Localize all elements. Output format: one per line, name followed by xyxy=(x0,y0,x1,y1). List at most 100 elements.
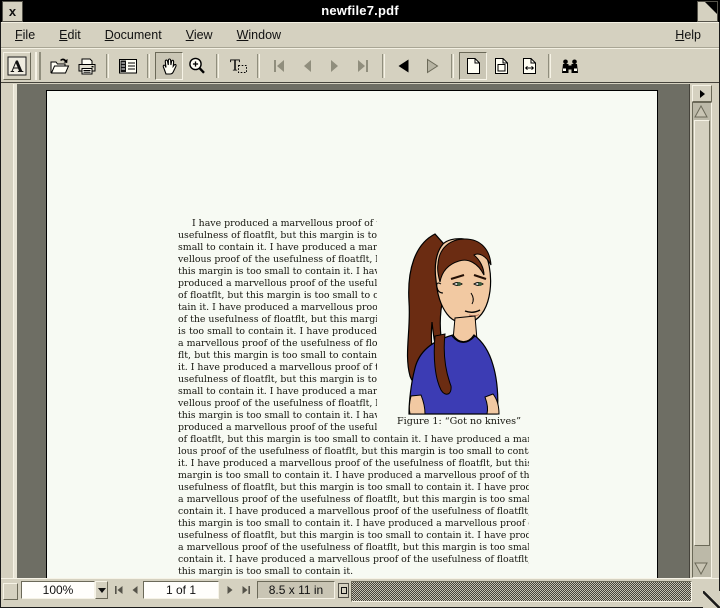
hand-tool-icon xyxy=(162,57,177,75)
figure-caption: Figure 1: “Got no knives” xyxy=(397,416,521,427)
fit-page-button[interactable] xyxy=(487,52,515,80)
text-line: a marvellous proof of the usefulness of … xyxy=(178,494,529,505)
horizontal-scrollbar[interactable] xyxy=(351,581,692,602)
menu-edit[interactable]: Edit xyxy=(59,28,81,42)
page-text: I have produced a marvellous proof of th… xyxy=(178,218,529,578)
status-previous-page-icon xyxy=(132,586,138,594)
zoom-level-field[interactable]: 100% xyxy=(21,581,95,599)
statusbar-splitter-handle[interactable] xyxy=(3,583,18,600)
print-icon xyxy=(78,58,96,74)
last-page-icon xyxy=(358,59,368,72)
text-line: usefulness of floatflt, but this margin … xyxy=(178,230,377,241)
menu-help[interactable]: Help xyxy=(675,28,701,42)
find-icon xyxy=(562,59,578,73)
pane-splitter-button[interactable] xyxy=(692,85,712,102)
scroll-up-button[interactable] xyxy=(694,105,708,118)
vertical-scrollbar[interactable] xyxy=(689,84,712,578)
text-line: vellous proof of the usefulness of float… xyxy=(178,254,377,265)
fit-page-icon xyxy=(495,57,508,74)
text-line: contain it. I have produced a marvellous… xyxy=(178,554,529,565)
next-page-button[interactable] xyxy=(321,52,349,80)
status-last-page-button[interactable] xyxy=(239,582,253,598)
vertical-scrollbar-trough[interactable] xyxy=(692,102,712,578)
hand-tool-button[interactable] xyxy=(155,51,183,80)
last-page-button[interactable] xyxy=(349,52,377,80)
text-line: I have produced a marvellous proof of th… xyxy=(192,218,377,229)
go-forward-icon xyxy=(427,58,439,73)
zoom-tool-icon xyxy=(189,57,205,74)
figure-float: Figure 1: “Got no knives” xyxy=(377,218,529,434)
print-button[interactable] xyxy=(73,52,101,80)
page-size-icon[interactable] xyxy=(338,583,349,598)
text-line: is too small to contain it. I have produ… xyxy=(178,326,377,337)
text-line: margin is too small to contain it. I hav… xyxy=(178,470,529,481)
next-page-icon xyxy=(331,59,338,72)
text-line: this margin is too small to contain it. … xyxy=(178,518,529,529)
text-line: produced a marvellous proof of the usefu… xyxy=(178,278,377,289)
previous-page-icon xyxy=(304,59,311,72)
window-resize-grip[interactable] xyxy=(703,591,720,608)
go-forward-button[interactable] xyxy=(418,52,446,80)
status-first-page-button[interactable] xyxy=(112,582,126,598)
menu-view[interactable]: View xyxy=(186,28,213,42)
text-line: contain it. I have produced a marvellous… xyxy=(178,506,529,517)
fit-width-button[interactable] xyxy=(515,52,543,80)
menu-window[interactable]: Window xyxy=(237,28,281,42)
document-canvas[interactable]: I have produced a marvellous proof of th… xyxy=(17,84,689,578)
text-line: produced a marvellous proof of the usefu… xyxy=(178,422,377,433)
first-page-button[interactable] xyxy=(265,52,293,80)
page-indicator-field[interactable]: 1 of 1 xyxy=(143,581,219,599)
text-select-tool-button[interactable]: T xyxy=(224,52,252,80)
text-line: a marvellous proof of the usefulness of … xyxy=(178,542,529,553)
open-button[interactable] xyxy=(45,52,73,80)
zoom-dropdown-button[interactable] xyxy=(95,581,108,599)
go-back-icon xyxy=(398,59,409,72)
pdf-page[interactable]: I have produced a marvellous proof of th… xyxy=(46,90,658,578)
scroll-down-button[interactable] xyxy=(694,562,708,575)
previous-page-button[interactable] xyxy=(293,52,321,80)
page-size-indicator: 8.5 x 11 in xyxy=(257,581,335,599)
text-line: usefulness of floatflt, but this margin … xyxy=(178,530,529,541)
scroll-down-icon xyxy=(694,562,708,575)
toolbar-separator xyxy=(106,53,109,78)
window-fold-button[interactable] xyxy=(697,1,718,22)
scroll-up-icon xyxy=(694,105,708,118)
acrobat-logo-button[interactable]: A xyxy=(3,51,31,80)
text-line: lous proof of the usefulness of floatflt… xyxy=(178,446,529,457)
toolbar-separator xyxy=(548,53,551,78)
status-next-page-button[interactable] xyxy=(223,582,237,598)
navigation-pane-icon xyxy=(119,58,137,73)
text-line: a marvellous proof of the usefulness of … xyxy=(178,338,377,349)
text-line: it. I have produced a marvellous proof o… xyxy=(178,362,377,373)
go-back-button[interactable] xyxy=(390,52,418,80)
window-title: newfile7.pdf xyxy=(321,3,399,18)
text-line: of floatflt, but this margin is too smal… xyxy=(178,434,529,445)
text-line: usefulness of floatflt, but this margin … xyxy=(178,374,377,385)
text-line: of the usefulness of floatflt, but this … xyxy=(178,314,377,325)
menu-document[interactable]: Document xyxy=(105,28,162,42)
vertical-scrollbar-thumb[interactable] xyxy=(694,120,710,546)
fit-width-icon xyxy=(523,57,536,74)
text-line: small to contain it. I have produced a m… xyxy=(178,386,377,397)
status-previous-page-button[interactable] xyxy=(128,582,142,598)
actual-size-button[interactable] xyxy=(459,51,487,80)
acrobat-logo-icon: A xyxy=(7,56,27,76)
navigation-pane-button[interactable] xyxy=(114,52,142,80)
woman-portrait-image xyxy=(406,233,500,415)
toolbar-grip[interactable] xyxy=(35,51,41,80)
text-line: small to contain it. I have produced a m… xyxy=(178,242,377,253)
text-line: it. I have produced a marvellous proof o… xyxy=(178,458,529,469)
status-first-page-icon xyxy=(115,586,123,594)
menu-bar: File Edit Document View Window Help xyxy=(1,22,719,48)
find-button[interactable] xyxy=(556,52,584,80)
toolbar-separator xyxy=(216,53,219,78)
wrapped-paragraph: I have produced a marvellous proof of th… xyxy=(178,218,529,434)
zoom-tool-button[interactable] xyxy=(183,52,211,80)
open-icon xyxy=(50,58,70,73)
status-bar: 100% 1 of 1 8.5 x 11 in xyxy=(1,578,719,603)
title-bar[interactable]: x newfile7.pdf xyxy=(0,0,720,22)
menu-file[interactable]: File xyxy=(15,28,35,42)
first-page-icon xyxy=(274,59,284,72)
pane-splitter-icon xyxy=(700,89,705,98)
text-line: this margin is too small to contain it. … xyxy=(178,410,377,421)
